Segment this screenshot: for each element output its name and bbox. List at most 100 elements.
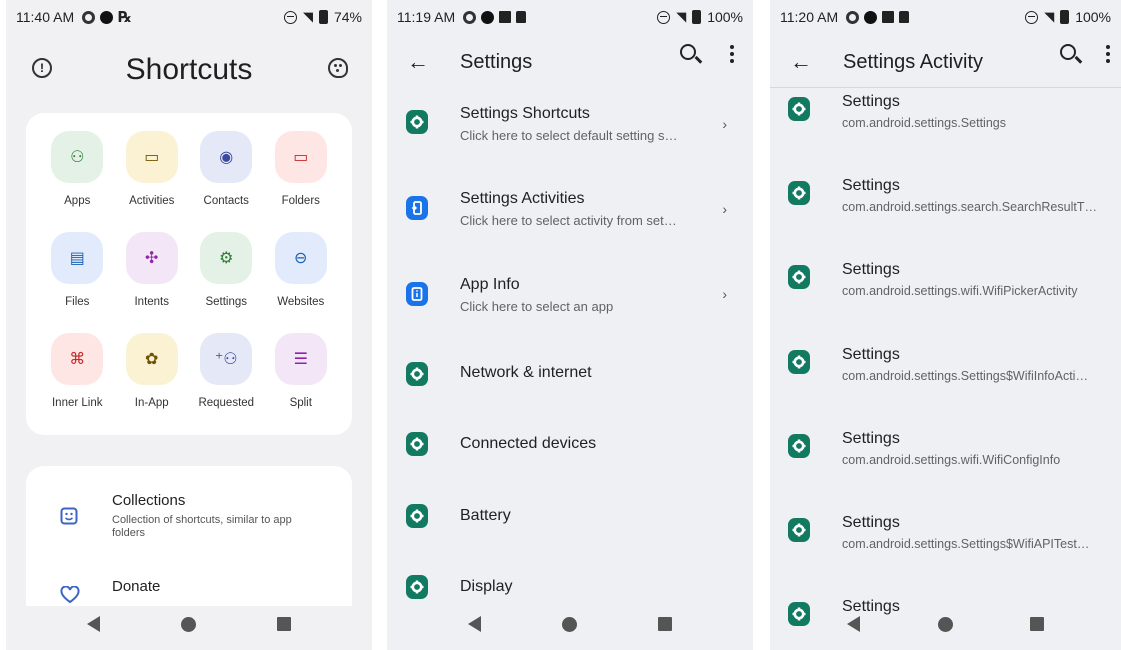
page-title: Settings <box>460 50 533 73</box>
activity-title: Settings <box>842 93 900 110</box>
settings-activity-screen: 11:20 AM ◥ 100% ← Settings Activity Sett… <box>770 0 1121 650</box>
shortcut-category-label: Split <box>289 397 312 409</box>
person-add-icon: ⁺⚇ <box>200 333 253 385</box>
dnd-icon <box>283 10 297 24</box>
nav-home-icon[interactable] <box>181 616 196 632</box>
sd-card-icon <box>516 11 527 23</box>
list-item-collections[interactable]: Collections Collection of shortcuts, sim… <box>26 492 352 552</box>
nav-recents-icon[interactable] <box>277 617 291 631</box>
shortcut-category-apps[interactable]: ⚇ Apps <box>40 131 115 232</box>
app-bar-divider <box>770 87 1121 88</box>
sd-card-icon <box>899 11 910 23</box>
settings-icon <box>788 97 810 121</box>
activity-icon <box>406 196 428 220</box>
activity-class-name: com.android.settings.Settings <box>842 116 1006 130</box>
palette-icon[interactable] <box>328 58 348 78</box>
activity-title: Settings <box>842 261 900 278</box>
shortcut-category-split[interactable]: ☰ Split <box>264 333 339 434</box>
settings-item-title: Battery <box>460 507 511 524</box>
split-icon: ☰ <box>274 333 327 385</box>
sticker-icon <box>60 507 80 525</box>
navigation-bar <box>387 598 753 650</box>
battery-icon <box>1060 10 1070 24</box>
page-title: Shortcuts <box>125 53 253 86</box>
nav-home-icon[interactable] <box>562 616 577 632</box>
nav-recents-icon[interactable] <box>658 617 672 631</box>
activity-title: Settings <box>842 514 900 531</box>
settings-item-subtitle: Click here to select activity from set… <box>460 213 677 228</box>
shortcut-category-requested[interactable]: ⁺⚇ Requested <box>189 333 264 434</box>
status-time: 11:19 AM <box>397 9 456 25</box>
shortcut-category-intents[interactable]: ✣ Intents <box>115 232 190 333</box>
battery-percent: 100% <box>707 9 743 25</box>
status-notification-icon <box>481 10 495 24</box>
navigation-bar <box>6 598 372 650</box>
nav-back-icon[interactable] <box>847 616 861 632</box>
shortcut-category-settings[interactable]: ⚙ Settings <box>189 232 264 333</box>
shortcut-categories-grid: ⚇ Apps ▭ Activities ◉ Contacts ▭ Folders ▤ Files ✣… <box>26 113 352 435</box>
status-notification-icon <box>100 10 114 24</box>
intents-icon: ✣ <box>125 232 178 284</box>
settings-item-title: Network & internet <box>460 364 592 381</box>
dnd-icon <box>657 10 671 24</box>
settings-item-subtitle: Click here to select default setting s… <box>460 128 678 143</box>
nav-back-icon[interactable] <box>87 616 100 632</box>
back-arrow-icon[interactable]: ← <box>407 49 429 75</box>
navigation-bar <box>770 598 1121 650</box>
shortcut-category-inner-link[interactable]: ⌘ Inner Link <box>40 333 115 434</box>
nav-recents-icon[interactable] <box>1029 617 1044 631</box>
settings-icon <box>406 110 428 134</box>
shortcut-category-label: Websites <box>277 296 325 308</box>
shortcut-category-contacts[interactable]: ◉ Contacts <box>189 131 264 232</box>
shortcut-category-in-app[interactable]: ✿ In-App <box>115 333 190 434</box>
activity-class-name: com.android.settings.wifi.WifiConfigInfo <box>842 453 1061 467</box>
link-icon: ⊖ <box>274 232 327 284</box>
shortcuts-screen: 11:40 AM ℞ ◥ 74% ! Shortcuts ⚇ Apps ▭ Activ… <box>6 0 372 650</box>
file-icon: ▤ <box>51 232 104 284</box>
status-notification-icon <box>864 10 878 24</box>
list-item-subtitle: Collection of shortcuts, similar to app … <box>112 514 292 539</box>
list-item-title: Donate <box>112 578 161 595</box>
settings-icon <box>406 362 428 386</box>
shortcut-category-label: In-App <box>134 397 169 409</box>
settings-item-title: Settings Activities <box>460 190 585 207</box>
chevron-right-icon: › <box>722 201 727 217</box>
settings-item-title: Connected devices <box>460 435 597 452</box>
shortcut-category-files[interactable]: ▤ Files <box>40 232 115 333</box>
screen-icon: ▭ <box>125 131 178 183</box>
settings-item-subtitle: Click here to select an app <box>460 299 614 314</box>
activity-class-name: com.android.settings.Settings$WifiInfoAc… <box>842 369 1088 383</box>
activity-class-name: com.android.settings.Settings$WifiAPITes… <box>842 537 1090 551</box>
search-icon[interactable] <box>680 44 696 60</box>
shortcut-category-websites[interactable]: ⊖ Websites <box>264 232 339 333</box>
battery-percent: 100% <box>1075 9 1111 25</box>
back-arrow-icon[interactable]: ← <box>790 49 812 75</box>
battery-icon <box>318 10 328 24</box>
page-title: Settings Activity <box>843 50 984 73</box>
wifi-icon: ◥ <box>302 9 313 24</box>
shortcut-category-label: Requested <box>198 397 255 409</box>
search-icon[interactable] <box>1060 44 1076 60</box>
app-bar: ← Settings Activity <box>770 34 1121 90</box>
activity-title: Settings <box>842 177 900 194</box>
settings-item-title: App Info <box>460 276 520 293</box>
shortcut-category-label: Intents <box>134 296 170 308</box>
shortcut-category-activities[interactable]: ▭ Activities <box>115 131 190 232</box>
chevron-right-icon: › <box>722 286 727 302</box>
android-icon: ⚇ <box>51 131 104 183</box>
shortcut-category-folders[interactable]: ▭ Folders <box>264 131 339 232</box>
wifi-icon: ◥ <box>676 9 687 24</box>
nav-back-icon[interactable] <box>468 616 481 632</box>
more-options-icon[interactable] <box>730 45 734 49</box>
activity-title: Settings <box>842 430 900 447</box>
status-time: 11:20 AM <box>780 9 839 25</box>
extras-list: Collections Collection of shortcuts, sim… <box>26 466 352 606</box>
status-bar: 11:20 AM ◥ 100% <box>770 0 1121 34</box>
app-header: Shortcuts <box>6 42 372 98</box>
gear-icon: ⚙ <box>200 232 253 284</box>
nav-home-icon[interactable] <box>937 616 953 632</box>
chevron-right-icon: › <box>722 116 727 132</box>
more-options-icon[interactable] <box>1106 45 1110 49</box>
settings-icon <box>788 181 810 205</box>
status-notification-icon <box>882 11 895 23</box>
